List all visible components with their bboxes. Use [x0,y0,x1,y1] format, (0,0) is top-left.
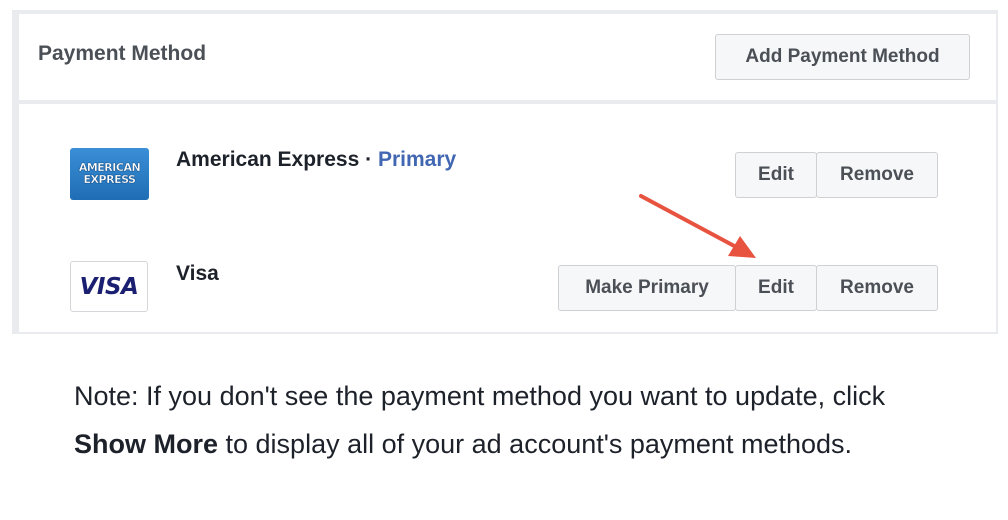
visa-remove-button[interactable]: Remove [816,265,938,311]
visa-card-name: Visa [176,262,219,285]
note-text: Note: If you don't see the payment metho… [74,372,954,468]
visa-logo-icon: VISA [70,261,148,312]
amex-card-name: American Express [176,148,360,171]
panel-title: Payment Method [38,42,207,65]
visa-edit-button[interactable]: Edit [735,265,817,311]
make-primary-button[interactable]: Make Primary [558,265,736,311]
visa-logo-text: VISA [79,273,139,300]
amex-logo-line2: EXPRESS [83,173,136,186]
amex-logo-icon: AMERICAN EXPRESS [70,148,149,200]
note-text-after: to display all of your ad account's paym… [218,429,853,459]
note-text-before: Note: If you don't see the payment metho… [74,381,886,411]
show-more-text: Show More [74,429,219,459]
amex-edit-button[interactable]: Edit [735,152,817,198]
add-payment-method-button[interactable]: Add Payment Method [715,34,970,80]
amex-card-label: American Express · Primary [176,148,456,172]
primary-link[interactable]: Primary [378,148,456,171]
amex-remove-button[interactable]: Remove [816,152,938,198]
amex-separator: · [359,148,378,171]
